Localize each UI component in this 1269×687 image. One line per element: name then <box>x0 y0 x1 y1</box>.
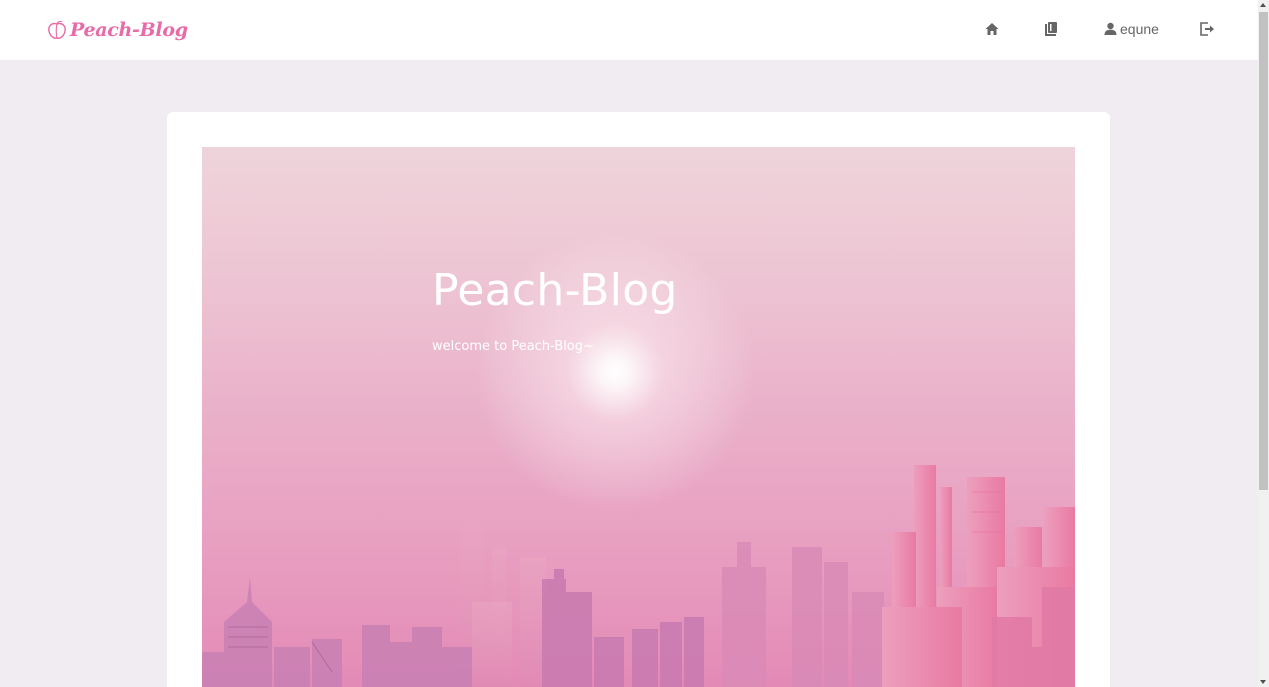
home-icon <box>985 23 999 35</box>
hero-title: Peach-Blog <box>432 265 678 316</box>
logout-icon <box>1200 22 1214 36</box>
city-skyline-image <box>202 147 1075 687</box>
top-navbar: Peach-Blog equne <box>0 0 1258 60</box>
logo-text: Peach-Blog <box>70 19 188 41</box>
scrollbar-thumb[interactable] <box>1259 12 1268 490</box>
site-logo[interactable]: Peach-Blog <box>46 16 188 44</box>
hero-subtitle: welcome to Peach-Blog~ <box>432 339 594 354</box>
nav-logout[interactable] <box>1199 18 1215 40</box>
scroll-down-arrow-icon[interactable] <box>1260 680 1266 684</box>
hero-banner: Peach-Blog welcome to Peach-Blog~ <box>202 147 1075 687</box>
vertical-scrollbar[interactable] <box>1258 0 1269 687</box>
nav-books[interactable] <box>1044 18 1059 40</box>
nav-home[interactable] <box>984 18 1000 40</box>
scroll-up-arrow-icon[interactable] <box>1260 3 1266 7</box>
user-name-label: equne <box>1120 21 1159 37</box>
user-icon <box>1104 22 1117 35</box>
peach-icon <box>48 20 66 39</box>
books-icon <box>1045 22 1057 36</box>
nav-user[interactable]: equne <box>1104 18 1159 40</box>
